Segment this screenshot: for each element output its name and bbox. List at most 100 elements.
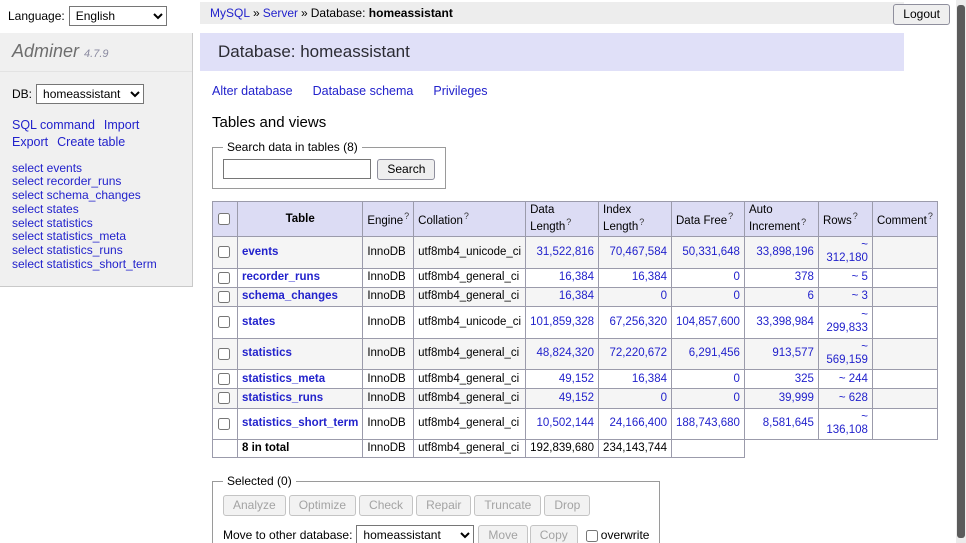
help-icon[interactable]: ? — [853, 211, 858, 221]
rows-approx-link[interactable]: ~ 299,833 — [826, 309, 868, 334]
overwrite-option[interactable]: overwrite — [585, 528, 650, 542]
data-length-link[interactable]: 16,384 — [559, 290, 594, 302]
sidebar-sql-command-link[interactable]: SQL command — [12, 117, 95, 134]
index-length-link[interactable]: 16,384 — [632, 271, 667, 283]
auto-increment-link[interactable]: 33,898,196 — [756, 246, 814, 258]
row-select-checkbox[interactable] — [218, 246, 230, 258]
data-free-link[interactable]: 0 — [734, 290, 740, 302]
auto-increment-link[interactable]: 8,581,645 — [763, 417, 814, 429]
auto-increment-link[interactable]: 39,999 — [779, 392, 814, 404]
table-name-link[interactable]: statistics — [242, 347, 292, 359]
table-name-link[interactable]: events — [242, 246, 278, 258]
help-icon[interactable]: ? — [404, 211, 409, 221]
rows-approx-link[interactable]: ~ 136,108 — [826, 411, 868, 436]
data-free-link[interactable]: 188,743,680 — [676, 417, 740, 429]
help-icon[interactable]: ? — [728, 211, 733, 221]
table-name-link[interactable]: statistics_meta — [242, 373, 325, 385]
index-length-link[interactable]: 67,256,320 — [609, 316, 667, 328]
sidebar-table-link[interactable]: select events — [12, 161, 82, 175]
auto-increment-link[interactable]: 913,577 — [772, 347, 814, 359]
data-free-link[interactable]: 0 — [734, 392, 740, 404]
data-free-link[interactable]: 0 — [734, 271, 740, 283]
rows-approx-link[interactable]: ~ 569,159 — [826, 341, 868, 366]
index-length-link[interactable]: 72,220,672 — [609, 347, 667, 359]
scrollbar-track[interactable] — [956, 0, 966, 543]
data-length-link[interactable]: 31,522,816 — [536, 246, 594, 258]
optimize-button[interactable]: Optimize — [289, 495, 356, 516]
data-free-link[interactable]: 0 — [734, 373, 740, 385]
index-length-link[interactable]: 16,384 — [632, 373, 667, 385]
auto-increment-link[interactable]: 378 — [795, 271, 814, 283]
data-length-link[interactable]: 49,152 — [559, 392, 594, 404]
row-select-checkbox[interactable] — [218, 291, 230, 303]
index-length-link[interactable]: 0 — [661, 392, 667, 404]
data-length-link[interactable]: 101,859,328 — [530, 316, 594, 328]
auto-increment-link[interactable]: 325 — [795, 373, 814, 385]
select-all-checkbox[interactable] — [218, 213, 230, 225]
data-length-link[interactable]: 48,824,320 — [536, 347, 594, 359]
index-length-link[interactable]: 0 — [661, 290, 667, 302]
table-name-link[interactable]: statistics_short_term — [242, 417, 358, 429]
sidebar-table-link[interactable]: select states — [12, 202, 79, 216]
analyze-button[interactable]: Analyze — [223, 495, 286, 516]
sidebar-import-link[interactable]: Import — [104, 117, 139, 134]
table-name-link[interactable]: recorder_runs — [242, 271, 320, 283]
rows-approx-link[interactable]: ~ 244 — [839, 373, 868, 385]
table-name-link[interactable]: states — [242, 316, 275, 328]
table-name-link[interactable]: statistics_runs — [242, 392, 323, 404]
help-icon[interactable]: ? — [566, 217, 571, 227]
truncate-button[interactable]: Truncate — [474, 495, 541, 516]
rows-approx-link[interactable]: ~ 3 — [852, 290, 868, 302]
sidebar-create-table-link[interactable]: Create table — [57, 134, 125, 151]
sidebar-table-link[interactable]: select statistics_meta — [12, 229, 126, 243]
move-database-select[interactable]: homeassistant — [356, 525, 474, 543]
row-select-checkbox[interactable] — [218, 348, 230, 360]
drop-button[interactable]: Drop — [544, 495, 590, 516]
auto-increment-link[interactable]: 33,398,984 — [756, 316, 814, 328]
index-length-link[interactable]: 24,166,400 — [609, 417, 667, 429]
data-length-link[interactable]: 16,384 — [559, 271, 594, 283]
index-length-link[interactable]: 70,467,584 — [609, 246, 667, 258]
check-button[interactable]: Check — [359, 495, 413, 516]
logout-button[interactable]: Logout — [893, 4, 950, 25]
sidebar-table-link[interactable]: select recorder_runs — [12, 174, 121, 188]
help-icon[interactable]: ? — [928, 211, 933, 221]
help-icon[interactable]: ? — [801, 217, 806, 227]
adminer-logo-link[interactable]: Adminer — [12, 41, 79, 61]
alter-database-link[interactable]: Alter database — [212, 84, 293, 98]
search-button[interactable]: Search — [377, 159, 435, 180]
repair-button[interactable]: Repair — [416, 495, 471, 516]
breadcrumb-mysql-link[interactable]: MySQL — [210, 6, 250, 20]
row-select-checkbox[interactable] — [218, 316, 230, 328]
data-free-link[interactable]: 6,291,456 — [689, 347, 740, 359]
help-icon[interactable]: ? — [639, 217, 644, 227]
data-length-link[interactable]: 10,502,144 — [536, 417, 594, 429]
copy-button[interactable]: Copy — [530, 525, 578, 543]
sidebar-table-link[interactable]: select schema_changes — [12, 188, 141, 202]
scrollbar-thumb[interactable] — [957, 5, 965, 538]
row-select-checkbox[interactable] — [218, 418, 230, 430]
db-select[interactable]: homeassistant — [36, 84, 144, 104]
rows-approx-link[interactable]: ~ 312,180 — [826, 239, 868, 264]
data-free-link[interactable]: 50,331,648 — [682, 246, 740, 258]
sidebar-export-link[interactable]: Export — [12, 134, 48, 151]
database-schema-link[interactable]: Database schema — [313, 84, 414, 98]
move-button[interactable]: Move — [478, 525, 527, 543]
overwrite-checkbox[interactable] — [586, 530, 598, 542]
help-icon[interactable]: ? — [464, 211, 469, 221]
row-select-checkbox[interactable] — [218, 373, 230, 385]
sidebar-table-link[interactable]: select statistics_runs — [12, 243, 123, 257]
sidebar-table-link[interactable]: select statistics — [12, 216, 93, 230]
rows-approx-link[interactable]: ~ 5 — [852, 271, 868, 283]
table-name-link[interactable]: schema_changes — [242, 290, 338, 302]
search-input[interactable] — [223, 159, 371, 179]
breadcrumb-server-link[interactable]: Server — [263, 6, 298, 20]
language-select[interactable]: English — [69, 6, 167, 26]
data-length-link[interactable]: 49,152 — [559, 373, 594, 385]
row-select-checkbox[interactable] — [218, 272, 230, 284]
auto-increment-link[interactable]: 6 — [808, 290, 814, 302]
data-free-link[interactable]: 104,857,600 — [676, 316, 740, 328]
privileges-link[interactable]: Privileges — [433, 84, 487, 98]
sidebar-table-link[interactable]: select statistics_short_term — [12, 257, 157, 271]
rows-approx-link[interactable]: ~ 628 — [839, 392, 868, 404]
